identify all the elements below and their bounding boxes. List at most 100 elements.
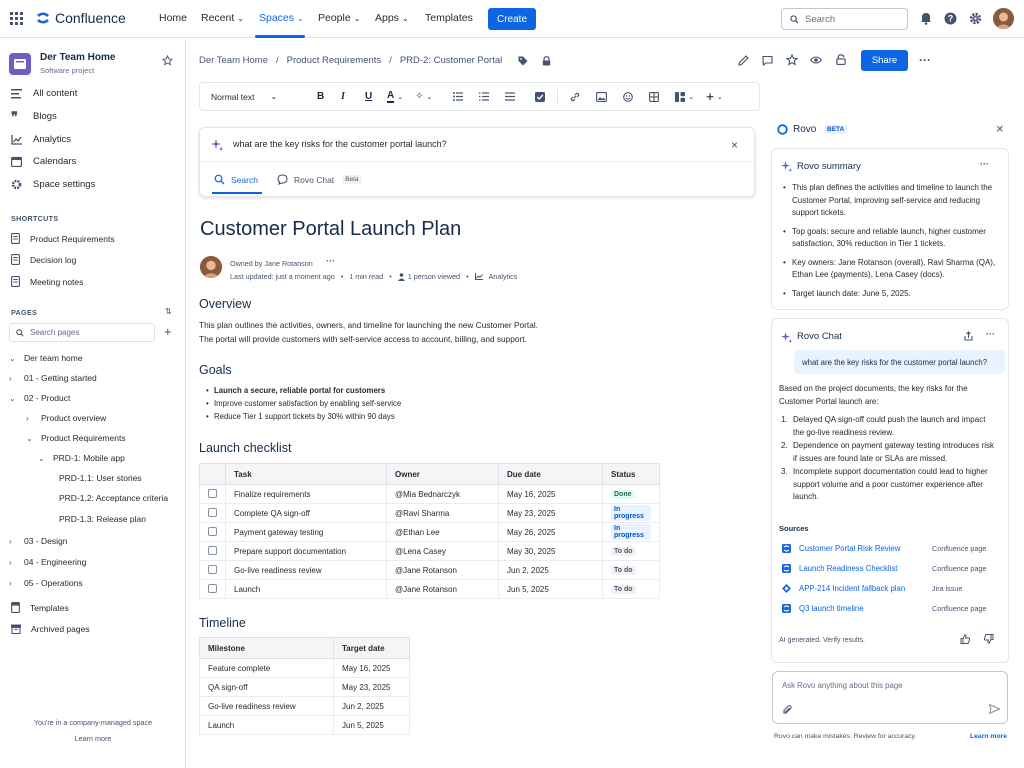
sidebar-item-templates[interactable]: Templates (11, 602, 69, 613)
tree-item-operations[interactable]: › 05 - Operations (9, 578, 83, 588)
shortcut-decision-log[interactable]: Decision log (11, 254, 76, 265)
user-avatar[interactable] (993, 8, 1014, 29)
tree-item-design[interactable]: › 03 - Design (9, 536, 67, 546)
sidebar-item-archived[interactable]: Archived pages (11, 624, 90, 634)
thumbs-down-icon[interactable] (984, 634, 994, 644)
sidebar-item-all-content[interactable]: All content (11, 88, 77, 99)
sidebar-item-analytics[interactable]: Analytics (11, 134, 71, 145)
confluence-logo[interactable]: Confluence (36, 10, 126, 26)
sidebar-item-space-settings[interactable]: Space settings (11, 179, 95, 190)
link-icon[interactable] (570, 92, 580, 102)
nav-recent[interactable]: Recent ⌄ (201, 12, 244, 24)
comment-icon[interactable] (762, 55, 773, 66)
task-checkbox[interactable] (208, 526, 217, 536)
underline-icon[interactable]: U (365, 91, 375, 102)
close-icon[interactable]: × (996, 121, 1004, 136)
task-checkbox[interactable] (208, 488, 217, 498)
learn-more-link[interactable]: Learn more (0, 734, 186, 743)
breadcrumb-item[interactable]: Product Requirements (287, 55, 382, 66)
tree-item-prd-1[interactable]: ⌄ PRD-1: Mobile app (38, 453, 125, 463)
search-input[interactable]: Search (781, 8, 908, 30)
owner-mention[interactable]: @Ravi Sharma (386, 503, 499, 523)
tree-item-prd-1-3[interactable]: PRD-1.3: Release plan (59, 514, 146, 524)
table-icon[interactable] (649, 91, 660, 102)
source-item[interactable]: Q3 launch timeline Confluence page (782, 604, 986, 613)
task-checkbox[interactable] (208, 564, 217, 574)
sidebar-item-blogs[interactable]: ❞ Blogs (11, 110, 57, 123)
space-logo[interactable] (9, 53, 31, 75)
tree-item-product[interactable]: ⌄ 02 - Product (9, 393, 70, 403)
sort-icon[interactable]: ⇅ (165, 307, 172, 316)
more-icon[interactable]: ··· (326, 256, 335, 266)
watch-eye-icon[interactable] (810, 55, 822, 65)
restrictions-icon[interactable] (836, 54, 846, 65)
space-name[interactable]: Der Team Home (40, 52, 115, 63)
nav-people[interactable]: People ⌄ (318, 12, 360, 24)
search-pages-input[interactable]: Search pages (9, 323, 155, 342)
help-icon[interactable]: ? (944, 12, 957, 25)
edit-pencil-icon[interactable] (738, 55, 749, 66)
numbered-list-icon[interactable] (479, 92, 490, 101)
lock-icon[interactable] (542, 55, 551, 66)
rovo-chat-input[interactable]: Ask Rovo anything about this page (772, 671, 1008, 724)
nav-apps[interactable]: Apps ⌄ (375, 12, 409, 24)
emoji-icon[interactable] (623, 91, 634, 102)
page-owner[interactable]: Owned by Jane Rotanson (230, 259, 313, 268)
tree-item-prd-1-1[interactable]: PRD-1.1: User stories (59, 473, 142, 483)
nav-spaces[interactable]: Spaces ⌄ (259, 12, 304, 24)
star-icon[interactable] (162, 55, 173, 66)
star-icon[interactable] (786, 54, 798, 66)
tree-item-product-overview[interactable]: › Product overview (26, 413, 106, 423)
add-page-icon[interactable]: + (164, 324, 172, 339)
source-item[interactable]: Customer Portal Risk Review Confluence p… (782, 544, 986, 553)
bold-icon[interactable]: B (317, 91, 327, 102)
more-actions-icon[interactable]: ··· (919, 53, 931, 67)
paperclip-attach-icon[interactable] (782, 704, 792, 715)
send-icon[interactable] (989, 704, 1000, 714)
tree-item-prd-1-2[interactable]: PRD-1.2: Acceptance criteria (59, 493, 168, 503)
task-checkbox[interactable] (208, 507, 217, 517)
tree-item-engineering[interactable]: › 04 - Engineering (9, 557, 86, 567)
tag-icon[interactable] (518, 56, 528, 66)
more-icon[interactable]: ··· (980, 159, 989, 169)
settings-gear-icon[interactable] (969, 12, 982, 25)
source-item[interactable]: APP-214 Incident fallback plan Jira issu… (782, 584, 962, 593)
owner-mention[interactable]: @Ethan Lee (386, 522, 499, 542)
analytics-link[interactable]: Analytics (489, 272, 518, 281)
nav-templates[interactable]: Templates (425, 12, 473, 24)
shortcut-product-requirements[interactable]: Product Requirements (11, 233, 115, 244)
tab-search[interactable]: Search (214, 174, 258, 185)
breadcrumb-item[interactable]: PRD-2: Customer Portal (400, 55, 502, 66)
owner-mention[interactable]: @Jane Rotanson (386, 579, 499, 599)
format-more-icon[interactable]: ✧ (415, 91, 423, 102)
owner-mention[interactable]: @Mia Bednarczyk (386, 484, 499, 504)
tree-item-getting-started[interactable]: › 01 - Getting started (9, 373, 97, 383)
share-button[interactable]: Share (861, 50, 908, 71)
create-button[interactable]: Create (488, 8, 536, 30)
text-style-dropdown[interactable]: Normal text ⌄ (211, 92, 301, 102)
tab-rovo-chat[interactable]: Rovo Chat Beta (277, 174, 362, 185)
text-color-icon[interactable]: A (387, 90, 395, 103)
close-icon[interactable]: × (731, 138, 738, 152)
bullet-list-icon[interactable] (453, 92, 464, 101)
owner-mention[interactable]: @Lena Casey (386, 541, 499, 561)
shortcut-meeting-notes[interactable]: Meeting notes (11, 276, 83, 287)
more-icon[interactable]: ··· (986, 329, 995, 339)
image-icon[interactable] (596, 91, 608, 102)
task-checkbox[interactable] (208, 583, 217, 593)
owner-mention[interactable]: @Jane Rotanson (386, 560, 499, 580)
action-item-checkbox-icon[interactable] (535, 91, 546, 102)
learn-more-link[interactable]: Learn more (970, 733, 1007, 740)
rovo-search-input[interactable]: what are the key risks for the customer … (233, 139, 447, 149)
thumbs-up-icon[interactable] (960, 634, 970, 644)
task-list-icon[interactable] (505, 92, 516, 101)
app-switcher-icon[interactable] (10, 12, 23, 25)
layout-icon[interactable] (675, 91, 686, 102)
tree-item-der-team-home[interactable]: ⌄ Der team home (9, 353, 83, 363)
source-item[interactable]: Launch Readiness Checklist Confluence pa… (782, 564, 986, 573)
insert-plus-icon[interactable]: + (706, 89, 714, 104)
task-checkbox[interactable] (208, 545, 217, 555)
tree-item-product-requirements[interactable]: ⌄ Product Requirements (26, 433, 126, 443)
sidebar-item-calendars[interactable]: Calendars (11, 156, 76, 167)
italic-icon[interactable]: I (341, 91, 351, 102)
